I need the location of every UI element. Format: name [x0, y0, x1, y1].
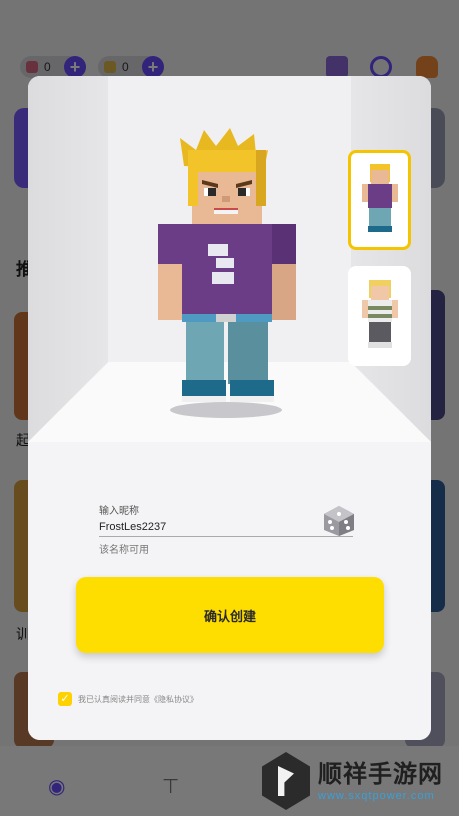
create-character-modal: 输入昵称 该名称可用 确认创建 ✓ 我已认真阅读并同意《隐私协议》 [28, 76, 431, 740]
skin-option-1[interactable] [348, 150, 411, 250]
avatar-preview[interactable] [156, 126, 296, 426]
watermark-url: www.sxqtpower.com [318, 790, 435, 802]
agreement-text[interactable]: 我已认真阅读并同意《隐私协议》 [78, 694, 198, 705]
nickname-input[interactable] [99, 517, 353, 537]
skin-thumb-avatar-1 [361, 164, 398, 232]
nickname-label: 输入昵称 [99, 506, 139, 517]
privacy-agreement: ✓ 我已认真阅读并同意《隐私协议》 [58, 692, 198, 706]
skin-option-2[interactable] [348, 266, 411, 366]
watermark: 顺祥手游网 www.sxqtpower.com [262, 750, 452, 812]
avatar-stage [28, 76, 431, 442]
dice-random-icon[interactable] [320, 504, 358, 538]
skin-thumb-avatar-2 [361, 280, 398, 348]
agreement-checkbox[interactable]: ✓ [58, 692, 72, 706]
watermark-text: 顺祥手游网 [318, 760, 443, 788]
confirm-create-button[interactable]: 确认创建 [76, 577, 384, 653]
watermark-logo-icon [262, 752, 310, 810]
nickname-status: 该名称可用 [99, 545, 149, 556]
